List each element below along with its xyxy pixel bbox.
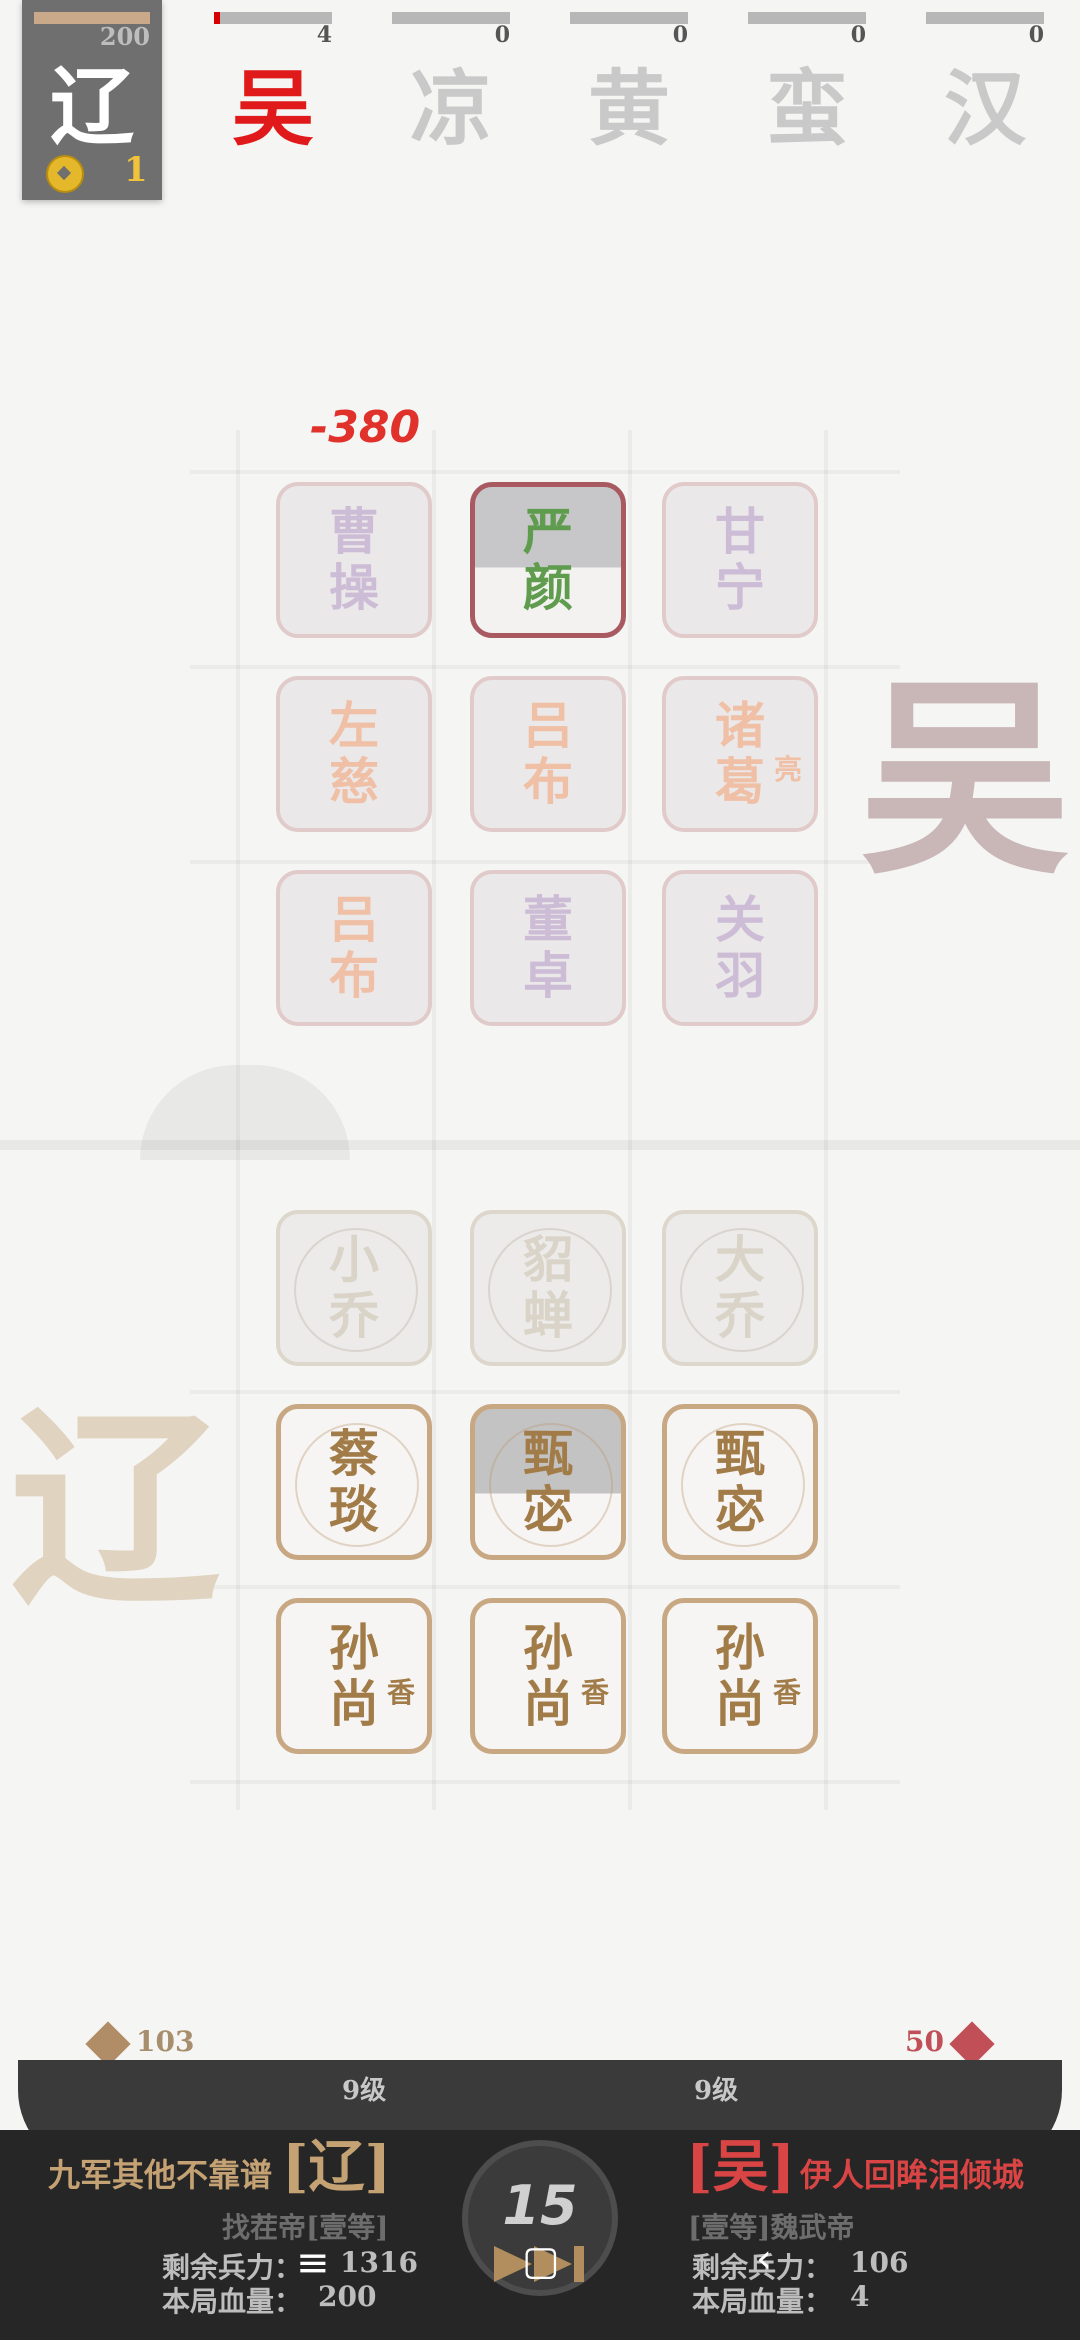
unit-name-suffix: 香 [580, 1676, 609, 1709]
enemy-unit-tile[interactable]: 诸葛亮 [662, 676, 818, 832]
unit-name-line1: 吕 [329, 890, 379, 949]
unit-name-line2: 葛 [715, 752, 765, 811]
faction-progress-bar [214, 12, 332, 24]
unit-name-suffix: 香 [772, 1676, 801, 1709]
player-faction-watermark: 辽 [10, 1386, 221, 1633]
player-unit-tile[interactable]: 孙尚香 [662, 1598, 818, 1754]
enemy-unit-tile[interactable]: 关羽 [662, 870, 818, 1026]
faction-slot-2: 0黄 [570, 0, 688, 170]
left-level: 9级 [342, 2076, 387, 2106]
unit-name-line2: 宁 [715, 558, 765, 617]
right-player-name: 伊人回眸泪倾城 [800, 2156, 1025, 2194]
unit-name-line2: 布 [329, 946, 379, 1005]
coin-icon [46, 155, 84, 193]
left-remaining-value: 1316 [340, 2246, 418, 2279]
player-unit-tile[interactable]: 蔡琰 [276, 1404, 432, 1560]
faction-progress-bar [570, 12, 688, 24]
faction-progress-bar [926, 12, 1044, 24]
unit-name-line2: 羽 [715, 946, 765, 1005]
faction-name: 黄 [587, 61, 670, 157]
faction-slot-0: 4吴 [214, 0, 332, 170]
player-unit-tile[interactable]: 大乔 [662, 1210, 818, 1366]
faction-name: 吴 [231, 61, 314, 157]
unit-name-line1: 孙 [329, 1618, 379, 1677]
unit-name-line2: 尚 [523, 1674, 573, 1733]
end-bar-icon [574, 2246, 584, 2282]
right-faction-tag: [吴] [686, 2134, 795, 2200]
tile-ring [681, 1423, 805, 1547]
faction-progress-bar [748, 12, 866, 24]
unit-name-line2: 尚 [329, 1674, 379, 1733]
unit-name-line1: 甘 [715, 502, 765, 561]
unit-name-line1: 吕 [523, 696, 573, 755]
unit-name-line1: 孙 [523, 1618, 573, 1677]
unit-name-line2: 布 [523, 752, 573, 811]
unit-name-line1: 诸 [715, 696, 765, 755]
enemy-faction-watermark: 吴 [860, 656, 1071, 903]
tile-ring [680, 1228, 804, 1352]
faction-slot-3: 0蛮 [748, 0, 866, 170]
enemy-unit-tile[interactable]: 董卓 [470, 870, 626, 1026]
right-hp-label: 本局血量： [692, 2285, 833, 2318]
player-unit-tile[interactable]: 小乔 [276, 1210, 432, 1366]
left-faction-tag: [辽] [282, 2134, 391, 2200]
moon-decoration [140, 1065, 350, 1160]
player-unit-tile[interactable]: 甄宓 [662, 1404, 818, 1560]
faction-name: 凉 [409, 61, 492, 157]
unit-name-line1: 孙 [715, 1618, 765, 1677]
left-hp-label: 本局血量： [162, 2285, 303, 2318]
faction-name: 汉 [943, 61, 1026, 157]
unit-name-line1: 曹 [329, 502, 379, 561]
faction-progress-bar [392, 12, 510, 24]
unit-name-line2: 卓 [523, 946, 573, 1005]
tile-ring [295, 1423, 419, 1547]
enemy-unit-tile[interactable]: 曹操 [276, 482, 432, 638]
player-unit-tile[interactable]: 孙尚香 [470, 1598, 626, 1754]
tile-ring [294, 1228, 418, 1352]
tile-ring [489, 1423, 613, 1547]
right-level: 9级 [694, 2076, 739, 2106]
unit-name-line2: 操 [329, 558, 379, 617]
right-remaining-value: 106 [850, 2246, 909, 2279]
player-unit-tile[interactable]: 孙尚香 [276, 1598, 432, 1754]
left-player-name: 九军其他不靠谱 [48, 2156, 273, 2194]
enemy-unit-tile[interactable]: 严颜 [470, 482, 626, 638]
coin-count: 1 [124, 150, 148, 190]
faction-progress-fill [214, 12, 220, 24]
unit-name-line2: 慈 [329, 752, 379, 811]
faction-slot-1: 0凉 [392, 0, 510, 170]
enemy-unit-tile[interactable]: 左慈 [276, 676, 432, 832]
right-troop-counter: 50 [905, 2020, 995, 2067]
unit-name-line1: 严 [523, 502, 573, 561]
tile-ring [488, 1228, 612, 1352]
unit-name-line2: 尚 [715, 1674, 765, 1733]
player-faction-glyph: 辽 [49, 57, 134, 156]
unit-name-line1: 左 [329, 696, 379, 755]
player-faction-card: 200 辽 1 [22, 0, 162, 200]
faction-slot-4: 0汉 [926, 0, 1044, 170]
left-troop-counter: 103 [85, 2020, 194, 2067]
enemy-unit-tile[interactable]: 甘宁 [662, 482, 818, 638]
right-hp-value: 4 [850, 2280, 870, 2313]
round-number: 15 [502, 2174, 578, 2237]
player-unit-tile[interactable]: 貂蝉 [470, 1210, 626, 1366]
unit-name-line1: 关 [715, 890, 765, 949]
menu-icon[interactable]: ≡ [296, 2240, 330, 2286]
unit-name-suffix: 亮 [773, 753, 802, 786]
faction-name: 蛮 [765, 61, 848, 157]
damage-popup: -380 [310, 402, 421, 453]
unit-name-line1: 董 [523, 890, 573, 949]
unit-name-line2: 颜 [523, 558, 573, 617]
enemy-unit-tile[interactable]: 吕布 [276, 870, 432, 1026]
unit-name-suffix: 香 [386, 1676, 415, 1709]
home-icon[interactable]: ▢ [522, 2238, 560, 2284]
enemy-unit-tile[interactable]: 吕布 [470, 676, 626, 832]
back-icon[interactable]: ‹ [756, 2236, 772, 2282]
player-unit-tile[interactable]: 甄宓 [470, 1404, 626, 1560]
